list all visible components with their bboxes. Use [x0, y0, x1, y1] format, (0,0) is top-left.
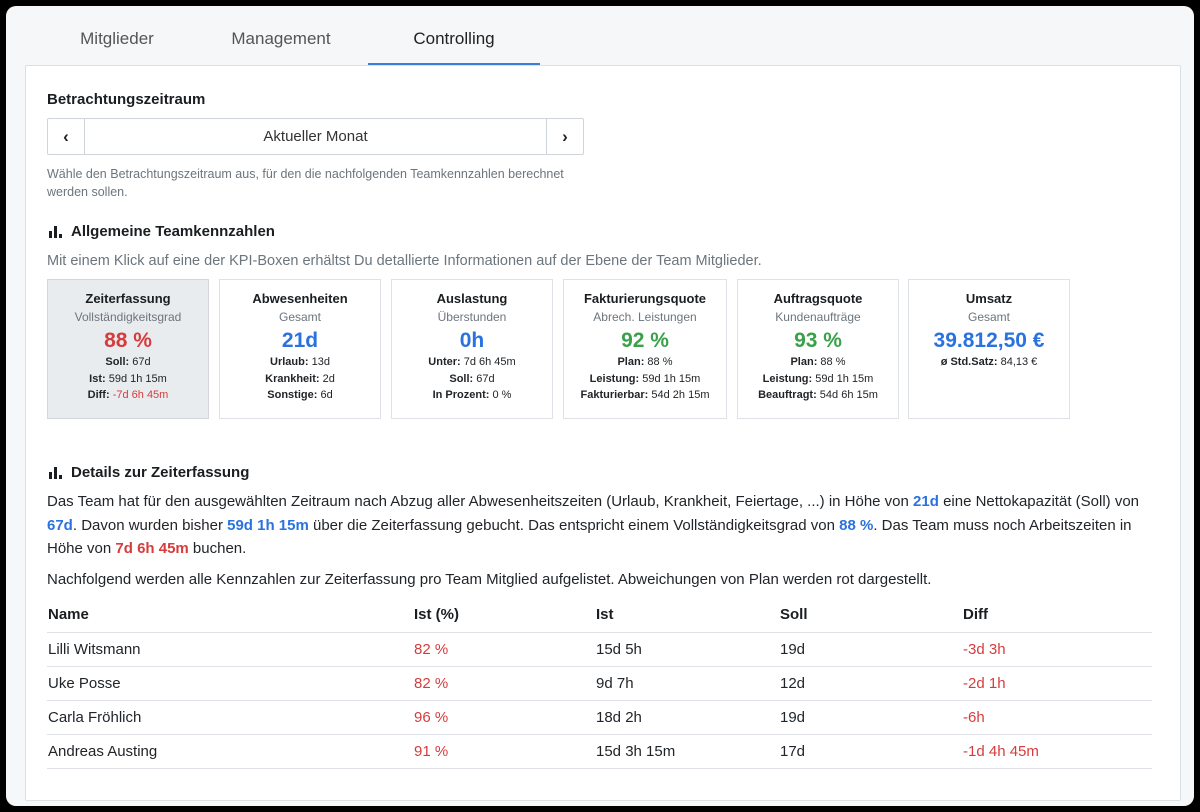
cell-ist: 15d 5h: [595, 632, 779, 667]
general-kpi-subtitle: Mit einem Klick auf eine der KPI-Boxen e…: [47, 253, 762, 269]
chevron-left-icon: ‹: [63, 126, 69, 146]
cell-soll: 17d: [779, 734, 962, 769]
col-header-soll[interactable]: Soll: [779, 598, 962, 633]
kpi-line: Soll: 67d: [105, 356, 151, 368]
bar-chart-icon: [49, 225, 62, 238]
kpi-abwesenheiten[interactable]: Abwesenheiten Gesamt 21d Urlaub: 13d Kra…: [219, 279, 381, 419]
prev-period-button[interactable]: ‹: [48, 119, 85, 154]
kpi-line: Plan: 88 %: [617, 356, 673, 368]
kpi-line: Unter: 7d 6h 45m: [428, 356, 516, 368]
period-title-text: Betrachtungszeitraum: [47, 91, 206, 108]
next-period-button[interactable]: ›: [546, 119, 583, 154]
kpi-fakturierungsquote[interactable]: Fakturierungsquote Abrech. Leistungen 92…: [563, 279, 727, 419]
cell-diff: -1d 4h 45m: [962, 734, 1152, 769]
kpi-line: ø Std.Satz: 84,13 €: [940, 356, 1038, 368]
col-header-name[interactable]: Name: [47, 598, 413, 633]
kpi-title: Zeiterfassung: [85, 291, 171, 306]
kpi-line: Leistung: 59d 1h 15m: [589, 372, 701, 385]
kpi-subtitle: Kundenaufträge: [775, 310, 861, 324]
cell-diff: -6h: [962, 700, 1152, 735]
kpi-subtitle: Überstunden: [437, 310, 507, 324]
period-value[interactable]: Aktueller Monat: [85, 119, 546, 154]
kpi-line: Plan: 88 %: [790, 356, 846, 368]
period-hint: Wähle den Betrachtungszeitraum aus, für …: [47, 167, 564, 199]
cell-name: Uke Posse: [47, 666, 413, 701]
kpi-subtitle: Gesamt: [278, 310, 321, 324]
col-header-ist[interactable]: Ist: [595, 598, 779, 633]
cell-ist-percent: 82 %: [413, 666, 595, 701]
table-header-row: Name Ist (%) Ist Soll Diff: [47, 598, 1152, 633]
chevron-right-icon: ›: [562, 126, 568, 146]
cell-name: Carla Fröhlich: [47, 700, 413, 735]
details-note: Nachfolgend werden alle Kennzahlen zur Z…: [47, 571, 932, 588]
kpi-zeiterfassung[interactable]: Zeiterfassung Vollständigkeitsgrad 88 % …: [47, 279, 209, 419]
controlling-panel: Betrachtungszeitraum ‹ Aktueller Monat ›…: [25, 65, 1181, 801]
col-header-ist-percent[interactable]: Ist (%): [413, 598, 595, 633]
kpi-auslastung[interactable]: Auslastung Überstunden 0h Unter: 7d 6h 4…: [391, 279, 553, 419]
kpi-line: Leistung: 59d 1h 15m: [762, 372, 874, 385]
kpi-title: Auslastung: [436, 291, 508, 306]
member-table: Name Ist (%) Ist Soll Diff Lilli Witsman…: [47, 598, 1152, 769]
kpi-line: Ist: 59d 1h 15m: [89, 372, 167, 385]
cell-diff: -2d 1h: [962, 666, 1152, 701]
kpi-line: Beauftragt: 54d 6h 15m: [758, 389, 878, 401]
cell-soll: 12d: [779, 666, 962, 701]
period-selector: ‹ Aktueller Monat ›: [47, 118, 584, 155]
cell-soll: 19d: [779, 632, 962, 667]
kpi-subtitle: Vollständigkeitsgrad: [74, 310, 182, 324]
kpi-value: 88 %: [104, 329, 152, 352]
kpi-line: Diff: -7d 6h 45m: [87, 389, 169, 401]
kpi-value: 0h: [459, 329, 485, 352]
period-title: Betrachtungszeitraum: [47, 91, 205, 108]
cell-name: Lilli Witsmann: [47, 632, 413, 667]
kpi-value: 39.812,50 €: [933, 329, 1045, 352]
kpi-subtitle: Abrech. Leistungen: [593, 310, 697, 324]
cell-soll: 19d: [779, 700, 962, 735]
cell-ist: 18d 2h: [595, 700, 779, 735]
cell-ist-percent: 91 %: [413, 734, 595, 769]
kpi-line: Soll: 67d: [449, 372, 495, 385]
tab-bar: Mitglieder Management Controlling: [6, 6, 1194, 65]
kpi-subtitle: Gesamt: [967, 310, 1010, 324]
kpi-line: Krankheit: 2d: [265, 372, 335, 385]
details-title: Details zur Zeiterfassung: [49, 464, 249, 481]
kpi-value: 93 %: [794, 329, 842, 352]
details-title-text: Details zur Zeiterfassung: [71, 464, 250, 481]
cell-ist: 15d 3h 15m: [595, 734, 779, 769]
kpi-auftragsquote[interactable]: Auftragsquote Kundenaufträge 93 % Plan: …: [737, 279, 899, 419]
kpi-line: Fakturierbar: 54d 2h 15m: [580, 389, 710, 401]
tab-management[interactable]: Management: [206, 6, 356, 64]
cell-diff: -3d 3h: [962, 632, 1152, 667]
cell-ist-percent: 82 %: [413, 632, 595, 667]
kpi-value: 92 %: [621, 329, 669, 352]
kpi-title: Auftragsquote: [773, 291, 863, 306]
kpi-line: In Prozent: 0 %: [432, 389, 512, 401]
details-summary: Das Team hat für den ausgewählten Zeitra…: [47, 493, 1140, 557]
table-row[interactable]: Carla Fröhlich 96 % 18d 2h 19d -6h: [47, 700, 1152, 735]
tab-controlling[interactable]: Controlling: [368, 6, 540, 64]
table-row[interactable]: Uke Posse 82 % 9d 7h 12d -2d 1h: [47, 666, 1152, 701]
col-header-diff[interactable]: Diff: [962, 598, 1152, 633]
kpi-umsatz[interactable]: Umsatz Gesamt 39.812,50 € ø Std.Satz: 84…: [908, 279, 1070, 419]
kpi-line: Sonstige: 6d: [267, 389, 333, 401]
tab-mitglieder[interactable]: Mitglieder: [42, 6, 192, 64]
kpi-value: 21d: [281, 329, 319, 352]
kpi-line: Urlaub: 13d: [270, 356, 330, 368]
kpi-title: Abwesenheiten: [252, 291, 348, 306]
app-window: Mitglieder Management Controlling Betrac…: [6, 6, 1194, 806]
general-kpi-title: Allgemeine Teamkennzahlen: [49, 223, 275, 240]
cell-ist: 9d 7h: [595, 666, 779, 701]
cell-ist-percent: 96 %: [413, 700, 595, 735]
table-row[interactable]: Lilli Witsmann 82 % 15d 5h 19d -3d 3h: [47, 632, 1152, 667]
general-kpi-title-text: Allgemeine Teamkennzahlen: [71, 223, 275, 240]
kpi-title: Umsatz: [965, 291, 1013, 306]
table-row[interactable]: Andreas Austing 91 % 15d 3h 15m 17d -1d …: [47, 734, 1152, 769]
bar-chart-icon: [49, 466, 62, 479]
cell-name: Andreas Austing: [47, 734, 413, 769]
kpi-title: Fakturierungsquote: [583, 291, 707, 306]
